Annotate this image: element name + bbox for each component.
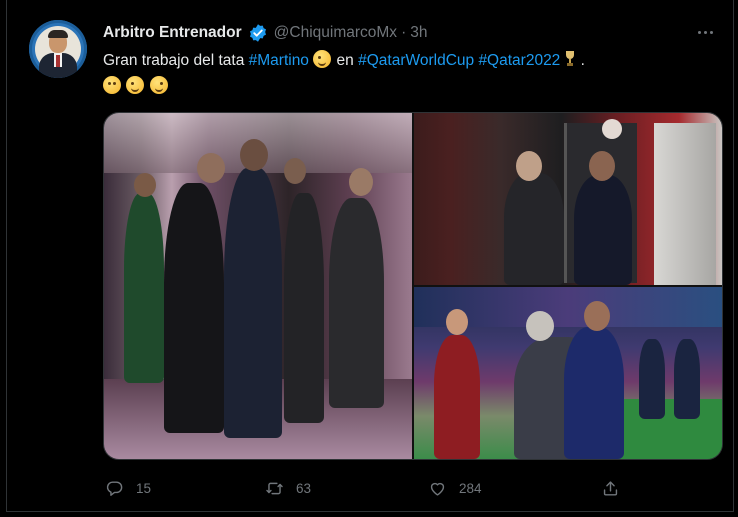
avatar-tie [56,55,60,67]
retweet-count: 63 [296,480,312,496]
rofl-face-icon [149,76,168,94]
separator-dot: · [401,24,407,41]
avatar-hair [48,30,68,38]
share-icon [603,480,618,496]
hashtag-martino[interactable]: #Martino [249,52,309,69]
photo-locker-room-greeting[interactable] [414,113,722,285]
text-segment: . [576,52,585,69]
tweet-text: Gran trabajo del tata #Martino en #Qatar… [103,48,713,100]
reply-icon [106,480,123,496]
photo-hallway-embrace[interactable] [104,113,412,459]
text-segment: en [332,52,359,69]
more-options-icon[interactable] [693,22,717,42]
photo-stadium-hug[interactable] [414,287,722,459]
author-handle[interactable]: @ChiquimarcoMx [274,24,397,42]
reply-count: 15 [136,480,152,496]
hashtag-qatarworldcup[interactable]: #QatarWorldCup [358,52,474,69]
tweet-card[interactable]: Arbitro Entrenador @ChiquimarcoMx · 3h G… [6,0,734,512]
retweet-icon [266,482,283,494]
avatar[interactable] [29,20,87,78]
like-count: 284 [459,480,482,496]
retweet-button[interactable]: 63 [265,474,311,502]
share-button[interactable] [601,474,620,502]
hashtag-qatar2022[interactable]: #Qatar2022 [478,52,560,69]
winking-face-icon [313,50,332,68]
reply-button[interactable]: 15 [105,474,151,502]
thinking-face-icon [103,76,121,94]
media-grid [103,112,723,460]
like-button[interactable]: 284 [428,474,482,502]
tweet-timestamp[interactable]: 3h [410,24,427,42]
tweet-actions: 15 63 284 [103,474,723,502]
heart-icon [430,482,445,496]
verified-badge-icon [249,24,266,42]
text-segment: Gran trabajo del tata [103,52,249,69]
zany-face-icon [126,76,145,94]
trophy-icon [566,51,575,66]
tweet-header: Arbitro Entrenador @ChiquimarcoMx · 3h [103,22,427,44]
author-name[interactable]: Arbitro Entrenador [103,24,242,42]
